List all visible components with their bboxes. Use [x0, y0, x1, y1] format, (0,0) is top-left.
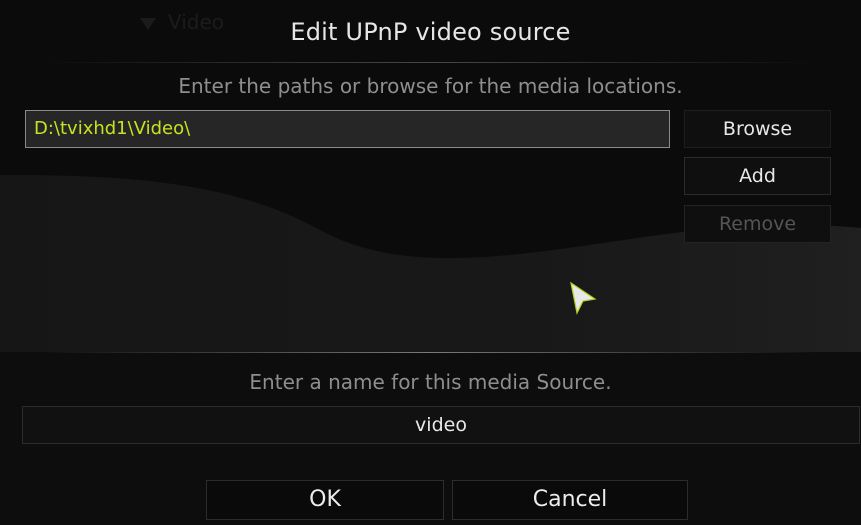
- path-item-selected[interactable]: D:\tvixhd1\Video\: [25, 110, 670, 148]
- cancel-button[interactable]: Cancel: [452, 480, 688, 520]
- ok-button[interactable]: OK: [206, 480, 444, 520]
- section-divider: [40, 352, 820, 353]
- path-list: D:\tvixhd1\Video\: [25, 110, 670, 148]
- add-button[interactable]: Add: [684, 157, 831, 195]
- title-divider: [40, 62, 820, 63]
- dialog-title: Edit UPnP video source: [290, 18, 571, 46]
- edit-source-dialog: Video Edit UPnP video source Enter the p…: [0, 0, 861, 525]
- paths-hint: Enter the paths or browse for the media …: [178, 74, 683, 98]
- browse-button[interactable]: Browse: [684, 110, 831, 148]
- source-name-field[interactable]: video: [22, 406, 860, 444]
- mouse-pointer-icon: [570, 281, 597, 315]
- remove-button[interactable]: Remove: [684, 205, 831, 243]
- name-hint: Enter a name for this media Source.: [249, 370, 612, 394]
